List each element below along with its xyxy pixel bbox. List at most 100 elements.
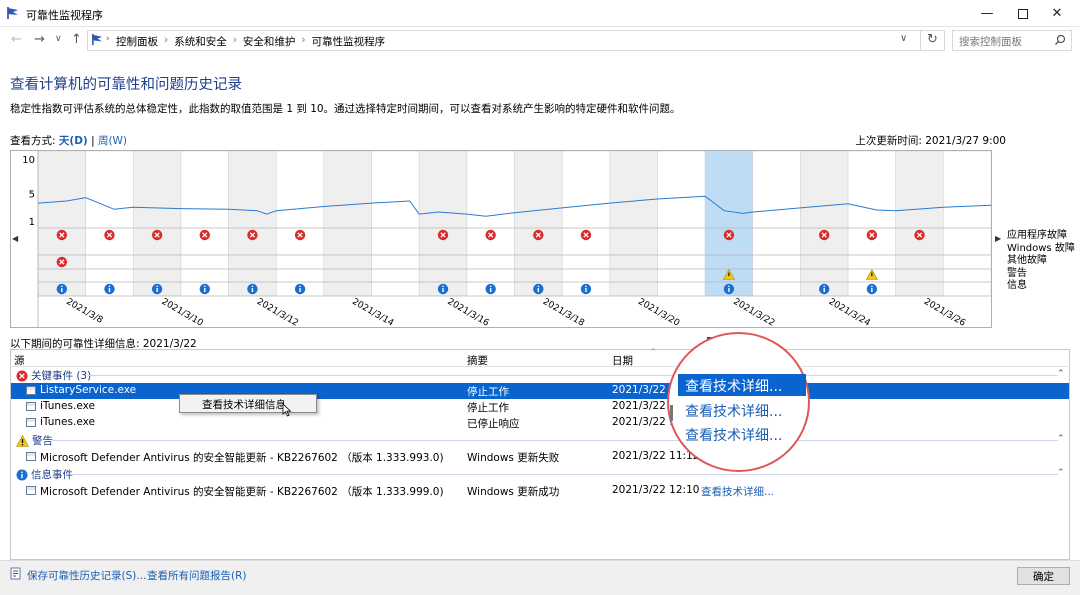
control-panel-flag-icon [92,33,103,46]
group-warnings[interactable]: 警告 [16,433,53,448]
view-technical-details-link[interactable]: 查看技术详细... [701,484,774,499]
back-arrow-icon: ← [11,32,22,47]
row-summary: 已停止响应 [467,418,520,430]
info-icon-bar [299,288,301,292]
group-info-events[interactable]: 信息事件 [16,467,73,482]
chart-day-column[interactable] [85,150,134,297]
chart-day-column[interactable] [323,150,372,297]
row-summary: Windows 更新失败 [467,452,560,464]
chart-day-column[interactable] [657,150,706,297]
address-divider [920,30,921,51]
refresh-button[interactable]: ↻ [927,32,938,47]
row-source: Microsoft Defender Antivirus 的安全智能更新 - K… [40,486,444,498]
group-warning-label: 警告 [32,435,53,447]
row-summary: 停止工作 [467,402,509,414]
mouse-cursor-icon [282,403,292,417]
column-header-divider [10,366,1070,367]
context-menu-item-view-details[interactable]: 查看技术详细信息 [202,397,286,412]
chart-day-column[interactable] [752,150,801,297]
table-row[interactable]: Microsoft Defender Antivirus 的安全智能更新 - K… [11,483,1069,499]
warning-icon [16,434,29,447]
chart-day-column[interactable] [133,150,182,297]
reliability-chart[interactable]: 10 5 1 2021/3/8 2021/3/10 2021/3/12 2021/3/14 2… [10,150,992,329]
chart-day-column[interactable] [943,150,992,297]
zoom-details-link[interactable]: 查看技术详细... [685,401,782,421]
chart-x-tick-label: 2021/3/12 [255,297,300,327]
chart-day-column[interactable] [228,150,277,297]
minimize-icon: — [980,6,994,21]
chart-day-column[interactable] [275,150,325,297]
breadcrumb-chevron-icon: › [301,34,306,46]
chart-scroll-right-button[interactable]: ▶ [995,234,1001,243]
breadcrumb-item[interactable]: 控制面板 [116,34,158,49]
info-icon-dot [823,285,826,288]
view-by-separator: | [91,135,95,147]
info-icon-dot [299,285,301,288]
info-icon-bar [585,288,587,292]
chart-day-column[interactable] [800,150,849,297]
breadcrumb-item[interactable]: 安全和维护 [243,34,296,49]
forward-button[interactable]: → [34,32,45,47]
row-source: iTunes.exe [40,400,95,412]
chart-day-column[interactable] [180,150,229,297]
zoom-details-link[interactable]: 查看技术详细... [685,425,782,445]
close-button[interactable]: ✕ [1034,0,1080,27]
view-by-day-link[interactable]: 天(D) [59,135,88,147]
info-icon-dot [61,285,63,288]
save-history-link[interactable]: 保存可靠性历史记录(S)... [27,568,146,583]
collapse-warnings-button[interactable]: ⌃ [1057,434,1065,444]
up-button[interactable]: ↑ [71,32,82,47]
view-all-reports-link[interactable]: 查看所有问题报告(R) [147,568,247,583]
chart-scroll-left-button[interactable]: ◀ [12,234,18,243]
row-source: Microsoft Defender Antivirus 的安全智能更新 - K… [40,452,444,464]
chart-legend: 应用程序故障 Windows 故障 其他故障 警告 信息 [1007,230,1075,293]
row-source: iTunes.exe [40,416,95,428]
collapse-info-button[interactable]: ⌃ [1057,468,1065,478]
zoom-details-link[interactable]: 查看技术详细... [685,376,782,396]
info-icon-dot [442,285,444,288]
chart-x-tick-label: 2021/3/16 [446,297,491,327]
info-icon-bar [537,288,540,292]
table-row[interactable]: Microsoft Defender Antivirus 的安全智能更新 - K… [11,449,1069,465]
breadcrumb-item[interactable]: 系统和安全 [174,34,227,49]
application-icon [26,402,36,411]
chart-day-column[interactable] [371,150,420,297]
collapse-critical-button[interactable]: ⌃ [1057,369,1065,379]
chart-day-column[interactable] [609,150,658,297]
application-icon [26,386,36,395]
chart-day-column[interactable] [895,150,944,297]
table-row[interactable]: iTunes.exe 停止工作 2021/3/22 [11,399,1069,415]
chart-x-tick-label: 2021/3/18 [541,297,586,327]
triangle-left-icon: ◀ [12,234,19,243]
table-row[interactable]: ListaryService.exe 停止工作 2021/3/22 1 [11,383,1069,399]
group-critical-events[interactable]: 关键事件 (3) [16,368,91,383]
chart-day-column[interactable] [561,150,611,297]
chart-x-tick-label: 2021/3/10 [160,297,205,327]
chart-day-column[interactable] [37,150,86,297]
row-date: 2021/3/22 1 [612,384,676,396]
info-icon-dot [537,285,540,288]
info-icon-dot [251,285,254,288]
info-icon-bar [823,288,825,292]
group-divider [88,375,1058,376]
address-dropdown-button[interactable]: ∨ [900,33,907,44]
chart-day-column[interactable] [466,150,515,297]
recent-locations-button[interactable]: ∨ [55,34,62,44]
chart-day-column[interactable] [514,150,563,297]
info-icon-bar [489,288,492,292]
group-critical-label: 关键事件 (3) [31,370,92,382]
table-row[interactable]: iTunes.exe 已停止响应 2021/3/22 1 [11,415,1069,431]
view-by-week-link[interactable]: 周(W) [98,135,127,147]
triangle-right-icon: ▶ [995,234,1002,243]
maximize-icon [1018,8,1028,19]
back-button[interactable]: ← [11,32,22,47]
chart-y-tick-label: 1 [29,217,35,228]
breadcrumb-item[interactable]: 可靠性监视程序 [312,34,386,49]
chart-day-column[interactable] [418,150,468,297]
ok-button[interactable]: 确定 [1017,567,1070,585]
application-icon [26,418,36,427]
info-icon-dot [871,285,873,288]
sort-caret-icon: ^ [650,347,657,356]
group-divider [72,474,1058,475]
row-date: 2021/3/22 [612,400,666,412]
